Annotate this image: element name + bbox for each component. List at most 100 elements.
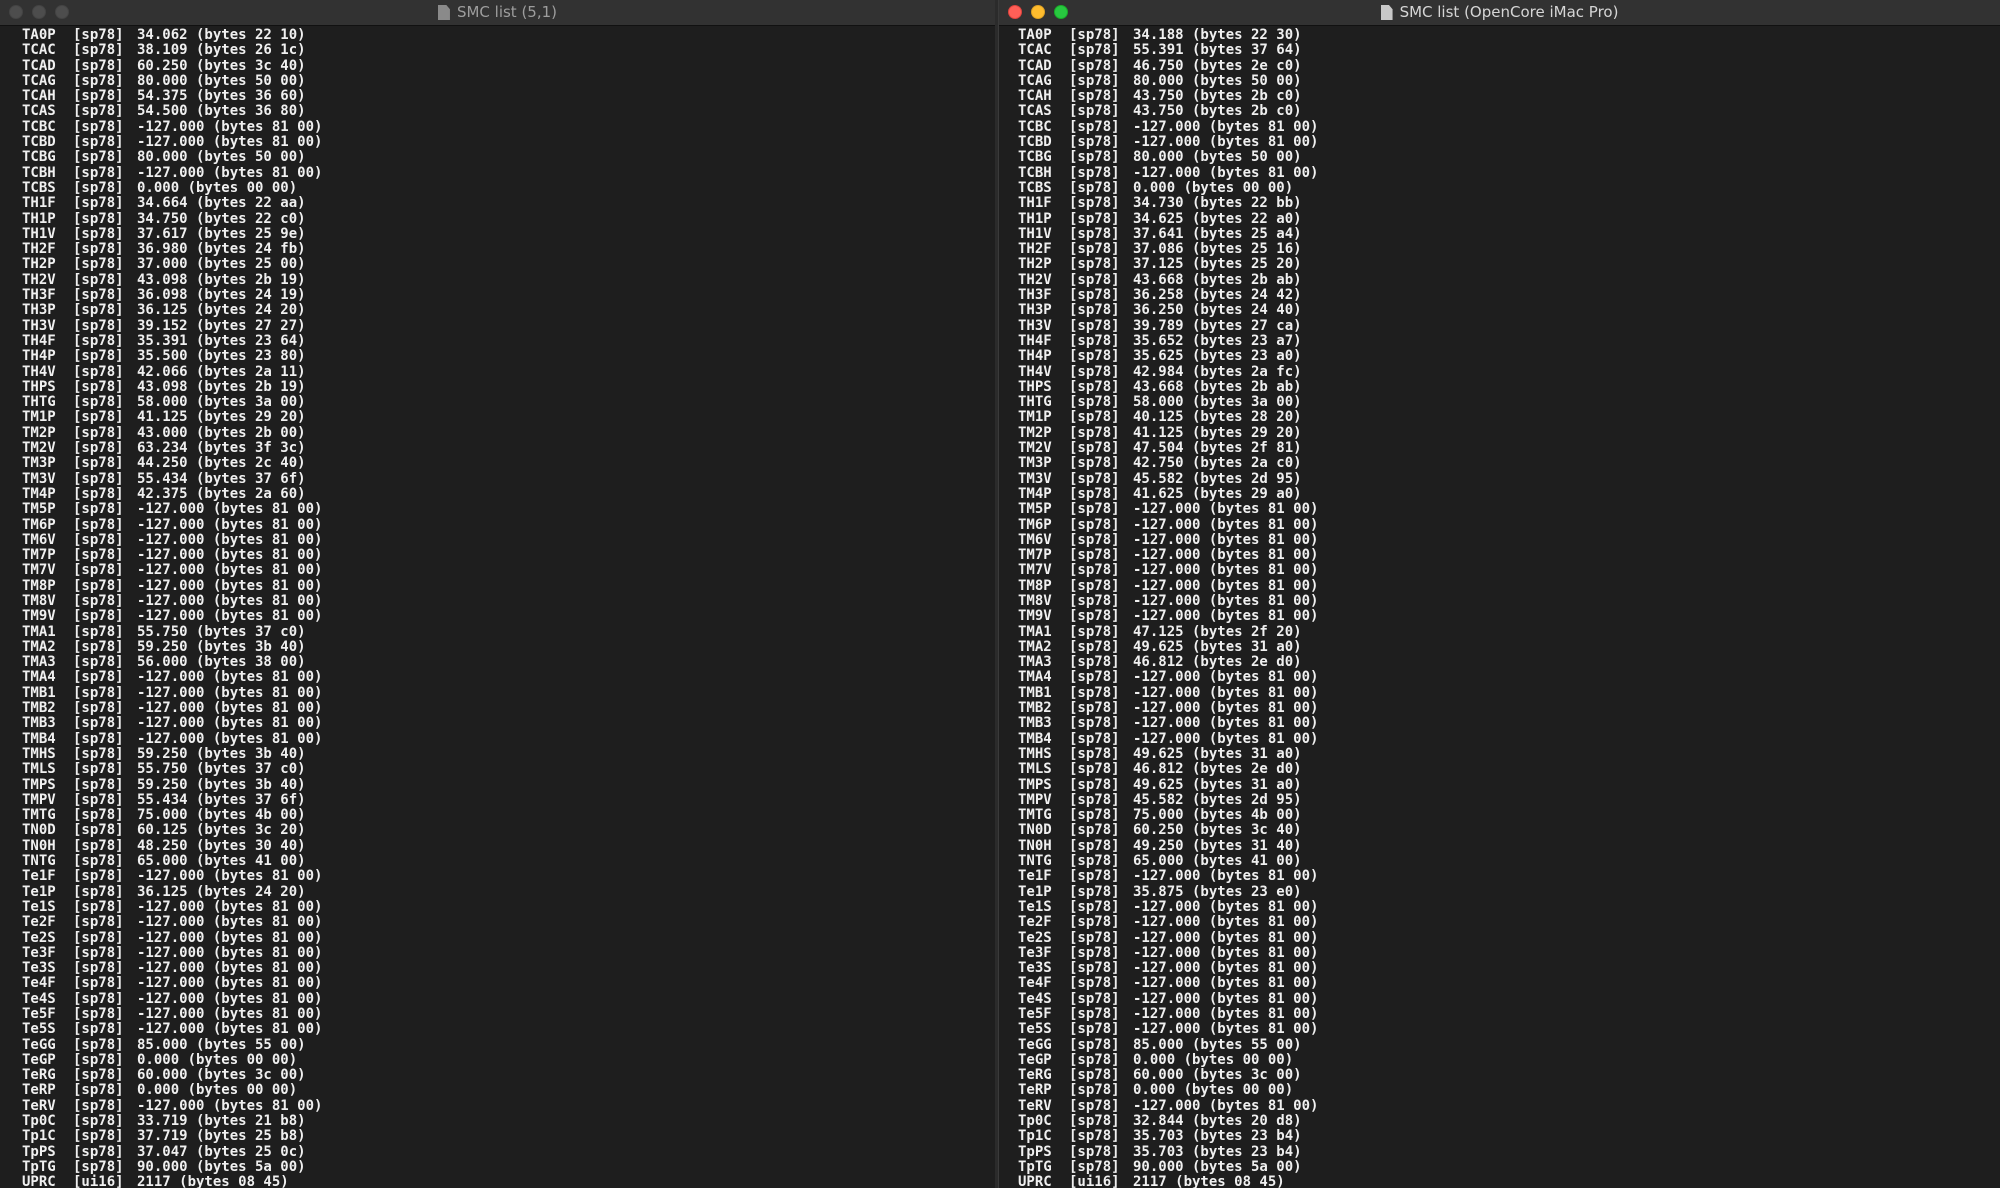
- minimize-window-icon[interactable]: [1031, 5, 1045, 19]
- smc-key-row: Te1P [sp78] 36.125 (bytes 24 20): [22, 884, 995, 900]
- smc-key-type: [sp78]: [1069, 914, 1120, 931]
- smc-key-row: TeGG [sp78] 85.000 (bytes 55 00): [1018, 1037, 2000, 1053]
- smc-key-name: Te5S: [1018, 1021, 1052, 1038]
- smc-key-value: -127.000 (bytes 81 00): [137, 1097, 323, 1114]
- smc-key-type: [sp78]: [1069, 531, 1120, 548]
- smc-key-name: TMA4: [1018, 669, 1052, 686]
- window-titlebar[interactable]: SMC list (5,1): [0, 0, 995, 26]
- smc-key-name: TeGG: [22, 1036, 56, 1053]
- smc-key-type: [sp78]: [1069, 455, 1120, 472]
- smc-key-name: TMB3: [22, 715, 56, 732]
- smc-key-name: TM3V: [1018, 470, 1052, 487]
- smc-key-row: TCAG [sp78] 80.000 (bytes 50 00): [22, 73, 995, 89]
- smc-key-value: -127.000 (bytes 81 00): [137, 516, 323, 533]
- smc-key-row: Te2S [sp78] -127.000 (bytes 81 00): [1018, 929, 2000, 946]
- smc-key-type: [sp78]: [1069, 210, 1120, 227]
- smc-key-value: -127.000 (bytes 81 00): [1133, 1097, 1319, 1114]
- smc-key-name: TH1F: [1018, 195, 1052, 212]
- smc-key-type: [sp78]: [73, 776, 124, 793]
- smc-key-type: [sp78]: [73, 1051, 124, 1068]
- smc-key-type: [sp78]: [1069, 440, 1120, 457]
- smc-key-value: 37.047 (bytes 25 0c): [137, 1143, 306, 1160]
- smc-key-row: TH4P [sp78] 35.500 (bytes 23 80): [22, 348, 995, 365]
- smc-key-value: 75.000 (bytes 4b 00): [1133, 807, 1302, 824]
- smc-key-value: 36.980 (bytes 24 fb): [137, 241, 306, 258]
- smc-key-row: Te4F [sp78] -127.000 (bytes 81 00): [22, 976, 995, 992]
- smc-key-row: TN0H [sp78] 49.250 (bytes 31 40): [1018, 838, 2000, 854]
- window-titlebar[interactable]: SMC list (OpenCore iMac Pro): [999, 0, 2000, 26]
- smc-key-type: [sp78]: [1069, 715, 1120, 732]
- smc-key-name: Te2S: [22, 929, 56, 946]
- smc-key-name: TM7P: [1018, 547, 1052, 564]
- smc-key-name: TeRP: [22, 1082, 56, 1099]
- terminal-window-right[interactable]: SMC list (OpenCore iMac Pro) TA0P [sp78] 3…: [998, 0, 2000, 1188]
- smc-key-name: Te3S: [1018, 960, 1052, 977]
- zoom-window-icon[interactable]: [1054, 5, 1068, 19]
- smc-key-value: -127.000 (bytes 81 00): [1133, 501, 1319, 518]
- smc-key-name: TA0P: [1018, 27, 1052, 43]
- traffic-lights: [9, 5, 69, 19]
- smc-key-value: 60.250 (bytes 3c 40): [1133, 822, 1302, 839]
- smc-key-type: [sp78]: [73, 669, 124, 686]
- smc-key-name: TMPV: [22, 791, 56, 808]
- smc-key-type: [sp78]: [73, 164, 124, 181]
- smc-key-row: TMB1 [sp78] -127.000 (bytes 81 00): [22, 685, 995, 701]
- smc-key-type: [sp78]: [73, 761, 124, 778]
- smc-key-row: TM1P [sp78] 41.125 (bytes 29 20): [22, 410, 995, 426]
- smc-key-value: 2117 (bytes 08 45): [1133, 1174, 1285, 1188]
- smc-key-row: TM3V [sp78] 45.582 (bytes 2d 95): [1018, 470, 2000, 487]
- smc-key-name: TA0P: [22, 27, 56, 43]
- smc-key-value: -127.000 (bytes 81 00): [137, 868, 323, 885]
- smc-key-name: TH3V: [22, 317, 56, 334]
- terminal-output[interactable]: TA0P [sp78] 34.062 (bytes 22 10) TCAC [sp78]…: [0, 26, 995, 1188]
- smc-key-name: TH2F: [22, 241, 56, 258]
- smc-key-value: -127.000 (bytes 81 00): [1133, 592, 1319, 609]
- smc-key-type: [sp78]: [1069, 42, 1120, 59]
- smc-key-value: 42.066 (bytes 2a 11): [137, 363, 306, 380]
- close-window-icon[interactable]: [9, 5, 23, 19]
- smc-key-name: TMPS: [22, 776, 56, 793]
- smc-key-name: Te1S: [1018, 898, 1052, 915]
- smc-key-name: Te1P: [1018, 883, 1052, 900]
- smc-key-type: [sp78]: [1069, 103, 1120, 120]
- smc-key-name: TH2P: [1018, 256, 1052, 273]
- smc-key-row: TCBD [sp78] -127.000 (bytes 81 00): [1018, 134, 2000, 151]
- smc-key-type: [sp78]: [73, 424, 124, 441]
- smc-key-value: 35.500 (bytes 23 80): [137, 348, 306, 365]
- smc-key-value: -127.000 (bytes 81 00): [1133, 929, 1319, 946]
- smc-key-type: [sp78]: [73, 914, 124, 931]
- smc-key-value: 0.000 (bytes 00 00): [137, 1082, 298, 1099]
- smc-key-type: [sp78]: [73, 470, 124, 487]
- smc-key-value: 80.000 (bytes 50 00): [137, 149, 306, 166]
- smc-key-value: 37.641 (bytes 25 a4): [1133, 225, 1302, 242]
- smc-key-name: TMA2: [1018, 638, 1052, 655]
- smc-key-name: TM6V: [1018, 531, 1052, 548]
- smc-key-name: TeGP: [22, 1051, 56, 1068]
- zoom-window-icon[interactable]: [55, 5, 69, 19]
- smc-key-row: TM2V [sp78] 47.504 (bytes 2f 81): [1018, 440, 2000, 457]
- smc-key-row: TH1V [sp78] 37.641 (bytes 25 a4): [1018, 225, 2000, 242]
- smc-key-value: 0.000 (bytes 00 00): [1133, 179, 1294, 196]
- close-window-icon[interactable]: [1008, 5, 1022, 19]
- smc-key-value: -127.000 (bytes 81 00): [137, 990, 323, 1007]
- smc-key-name: Te1F: [22, 868, 56, 885]
- smc-key-name: TCBC: [1018, 118, 1052, 135]
- smc-key-row: TM5P [sp78] -127.000 (bytes 81 00): [22, 501, 995, 518]
- smc-key-row: TH2P [sp78] 37.125 (bytes 25 20): [1018, 256, 2000, 273]
- document-icon: [1380, 5, 1393, 20]
- smc-key-value: 60.125 (bytes 3c 20): [137, 822, 306, 839]
- minimize-window-icon[interactable]: [32, 5, 46, 19]
- smc-key-name: TM5P: [1018, 501, 1052, 518]
- smc-key-type: [sp78]: [1069, 822, 1120, 839]
- terminal-output[interactable]: TA0P [sp78] 34.188 (bytes 22 30) TCAC [sp78]…: [999, 26, 2000, 1188]
- smc-key-name: TCBD: [1018, 134, 1052, 151]
- smc-key-value: -127.000 (bytes 81 00): [137, 501, 323, 518]
- smc-key-name: THPS: [1018, 378, 1052, 395]
- smc-key-row: TCAS [sp78] 43.750 (bytes 2b c0): [1018, 103, 2000, 120]
- smc-key-name: TCAH: [1018, 88, 1052, 105]
- terminal-window-left[interactable]: SMC list (5,1) TA0P [sp78] 34.062 (bytes 2…: [0, 0, 995, 1188]
- smc-key-row: Te2F [sp78] -127.000 (bytes 81 00): [1018, 914, 2000, 931]
- smc-key-type: [sp78]: [73, 577, 124, 594]
- smc-key-value: -127.000 (bytes 81 00): [1133, 700, 1319, 717]
- smc-key-type: [sp78]: [1069, 363, 1120, 380]
